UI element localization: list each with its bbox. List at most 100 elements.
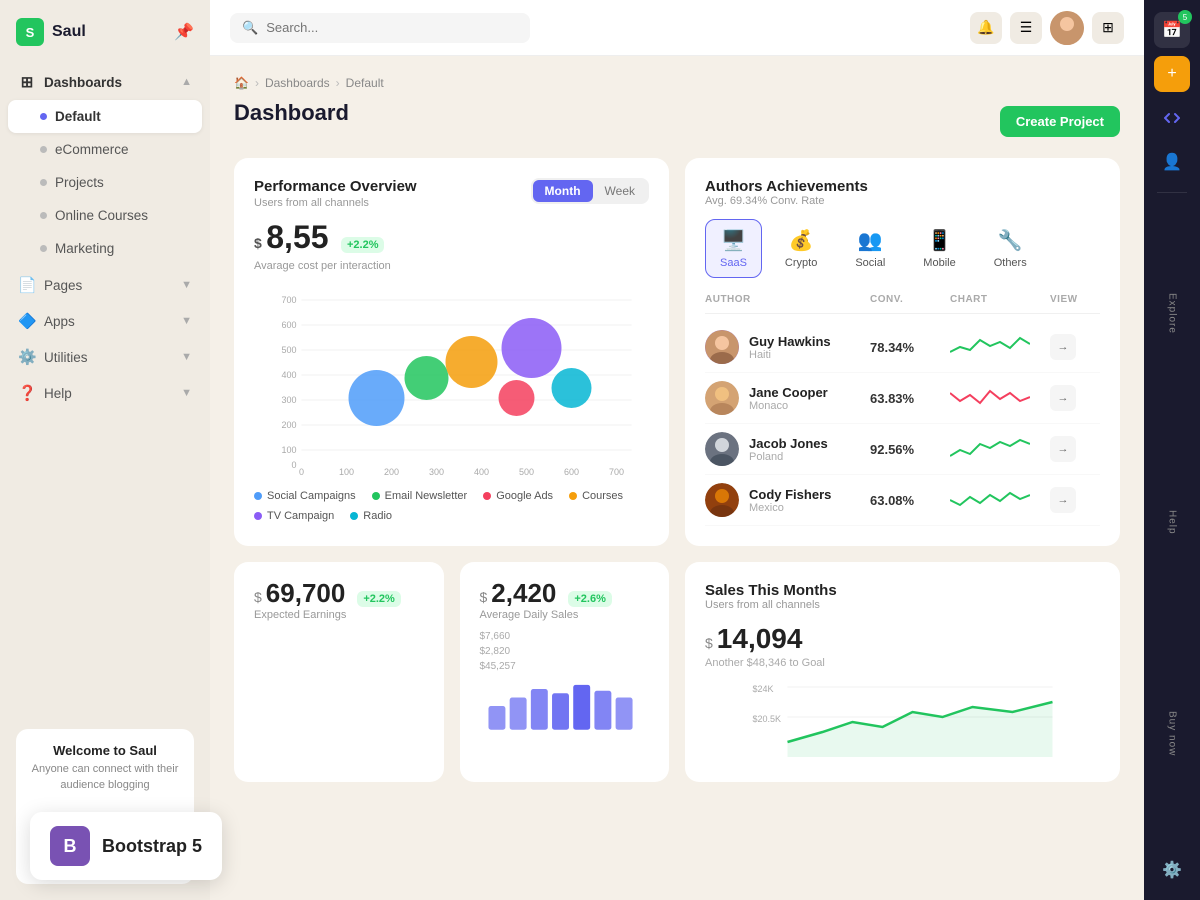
code-icon-button[interactable]: [1154, 100, 1190, 136]
legend-social-campaigns: Social Campaigns: [254, 490, 356, 502]
sidebar-item-marketing[interactable]: Marketing: [8, 232, 202, 265]
saas-icon: 🖥️: [721, 228, 746, 253]
svg-text:200: 200: [281, 420, 296, 430]
search-box[interactable]: 🔍: [230, 13, 530, 43]
sidebar-item-label: eCommerce: [55, 142, 129, 157]
mini-chart: [950, 434, 1030, 464]
notification-badge: 5: [1178, 10, 1192, 24]
tab-week[interactable]: Week: [593, 180, 647, 202]
bubble-chart: 700 600 500 400 300 200 100 0 0 100 200 …: [254, 280, 649, 480]
sidebar-item-pages[interactable]: 📄 Pages ▼: [8, 267, 202, 303]
legend-radio: Radio: [350, 510, 392, 522]
conv-rate: 63.08%: [870, 493, 950, 508]
view-button[interactable]: →: [1050, 436, 1076, 462]
bar-value: $2,820: [480, 646, 650, 657]
notification-button[interactable]: 🔔: [970, 12, 1002, 44]
utilities-icon: ⚙️: [18, 348, 36, 366]
sidebar-item-label: Projects: [55, 175, 104, 190]
svg-text:700: 700: [609, 467, 624, 477]
breadcrumb-dashboards[interactable]: Dashboards: [265, 76, 330, 90]
author-info: Guy Hawkins Haiti: [705, 330, 870, 364]
cat-label: Others: [994, 257, 1027, 269]
buy-now-label[interactable]: Buy now: [1163, 703, 1182, 764]
sidebar-item-dashboards[interactable]: ⊞ Dashboards ▲: [8, 64, 202, 100]
author-location: Poland: [749, 451, 828, 463]
svg-text:400: 400: [474, 467, 489, 477]
pin-icon[interactable]: 📌: [174, 22, 194, 42]
view-button[interactable]: →: [1050, 487, 1076, 513]
chevron-down-icon: ▼: [181, 279, 192, 291]
svg-text:100: 100: [339, 467, 354, 477]
metric-value: 8,55: [266, 219, 328, 255]
user-avatar[interactable]: [1050, 11, 1084, 45]
stat-card-daily-sales: $ 2,420 +2.6% Average Daily Sales $7,660…: [460, 562, 670, 782]
sidebar-item-projects[interactable]: Projects: [8, 166, 202, 199]
add-icon-button[interactable]: +: [1154, 56, 1190, 92]
table-row: Jacob Jones Poland 92.56% →: [705, 424, 1100, 475]
right-sidebar: 📅 5 + 👤 Explore Help Buy now ⚙️: [1144, 0, 1200, 900]
earnings-change: +2.2%: [357, 591, 401, 607]
settings-icon-button[interactable]: ⚙️: [1154, 852, 1190, 888]
others-icon: 🔧: [998, 228, 1023, 253]
sidebar-item-apps[interactable]: 🔷 Apps ▼: [8, 303, 202, 339]
cat-tab-social[interactable]: 👥 Social: [840, 219, 900, 278]
author-avatar: [705, 330, 739, 364]
sidebar-item-help[interactable]: ❓ Help ▼: [8, 375, 202, 411]
svg-text:700: 700: [281, 295, 296, 305]
cat-tab-saas[interactable]: 🖥️ SaaS: [705, 219, 762, 278]
menu-button[interactable]: ☰: [1010, 12, 1042, 44]
mini-chart: [950, 332, 1030, 362]
sidebar-nav: ⊞ Dashboards ▲ Default eCommerce Project…: [0, 64, 210, 713]
sidebar-item-default[interactable]: Default: [8, 100, 202, 133]
explore-label[interactable]: Explore: [1163, 285, 1182, 342]
view-button[interactable]: →: [1050, 385, 1076, 411]
svg-text:400: 400: [281, 370, 296, 380]
search-input[interactable]: [266, 20, 518, 35]
tab-month[interactable]: Month: [533, 180, 593, 202]
sidebar-item-online-courses[interactable]: Online Courses: [8, 199, 202, 232]
view-button[interactable]: →: [1050, 334, 1076, 360]
main-content: 🏠 › Dashboards › Default Dashboard Creat…: [210, 56, 1144, 900]
cat-label: SaaS: [720, 257, 747, 269]
daily-sales-value: 2,420: [491, 578, 556, 609]
chevron-down-icon: ▼: [181, 387, 192, 399]
cat-tab-crypto[interactable]: 💰 Crypto: [770, 219, 832, 278]
cat-label: Mobile: [923, 257, 955, 269]
author-avatar: [705, 483, 739, 517]
performance-subtitle: Users from all channels: [254, 197, 417, 209]
bar-value: $7,660: [480, 631, 650, 642]
create-project-button[interactable]: Create Project: [1000, 106, 1120, 137]
grid-button[interactable]: ⊞: [1092, 12, 1124, 44]
help-icon: ❓: [18, 384, 36, 402]
earnings-label: Expected Earnings: [254, 609, 424, 621]
home-icon[interactable]: 🏠: [234, 76, 249, 90]
legend-courses: Courses: [569, 490, 623, 502]
nav-group-dashboards: ⊞ Dashboards ▲ Default eCommerce Project…: [8, 64, 202, 265]
table-row: Guy Hawkins Haiti 78.34% →: [705, 322, 1100, 373]
author-location: Monaco: [749, 400, 828, 412]
sidebar-item-ecommerce[interactable]: eCommerce: [8, 133, 202, 166]
dot-icon: [40, 245, 47, 252]
svg-text:$24K: $24K: [753, 684, 774, 694]
cat-label: Social: [855, 257, 885, 269]
chart-legend: Social Campaigns Email Newsletter Google…: [254, 490, 649, 522]
cat-tab-others[interactable]: 🔧 Others: [979, 219, 1042, 278]
cat-tab-mobile[interactable]: 📱 Mobile: [908, 219, 970, 278]
svg-text:0: 0: [299, 467, 304, 477]
author-location: Haiti: [749, 349, 831, 361]
svg-text:500: 500: [519, 467, 534, 477]
author-avatar: [705, 381, 739, 415]
help-label[interactable]: Help: [1163, 502, 1182, 543]
category-tabs: 🖥️ SaaS 💰 Crypto 👥 Social 📱 Mobile: [705, 219, 1100, 278]
user-icon-button[interactable]: 👤: [1154, 144, 1190, 180]
svg-text:500: 500: [281, 345, 296, 355]
author-info: Jane Cooper Monaco: [705, 381, 870, 415]
conv-rate: 92.56%: [870, 442, 950, 457]
mini-chart: [950, 485, 1030, 515]
sidebar-item-utilities[interactable]: ⚙️ Utilities ▼: [8, 339, 202, 375]
sidebar-header: S Saul 📌: [0, 0, 210, 64]
table-row: Jane Cooper Monaco 63.83% →: [705, 373, 1100, 424]
topbar-actions: 🔔 ☰ ⊞: [970, 11, 1124, 45]
calendar-icon-button[interactable]: 📅 5: [1154, 12, 1190, 48]
conv-rate: 78.34%: [870, 340, 950, 355]
